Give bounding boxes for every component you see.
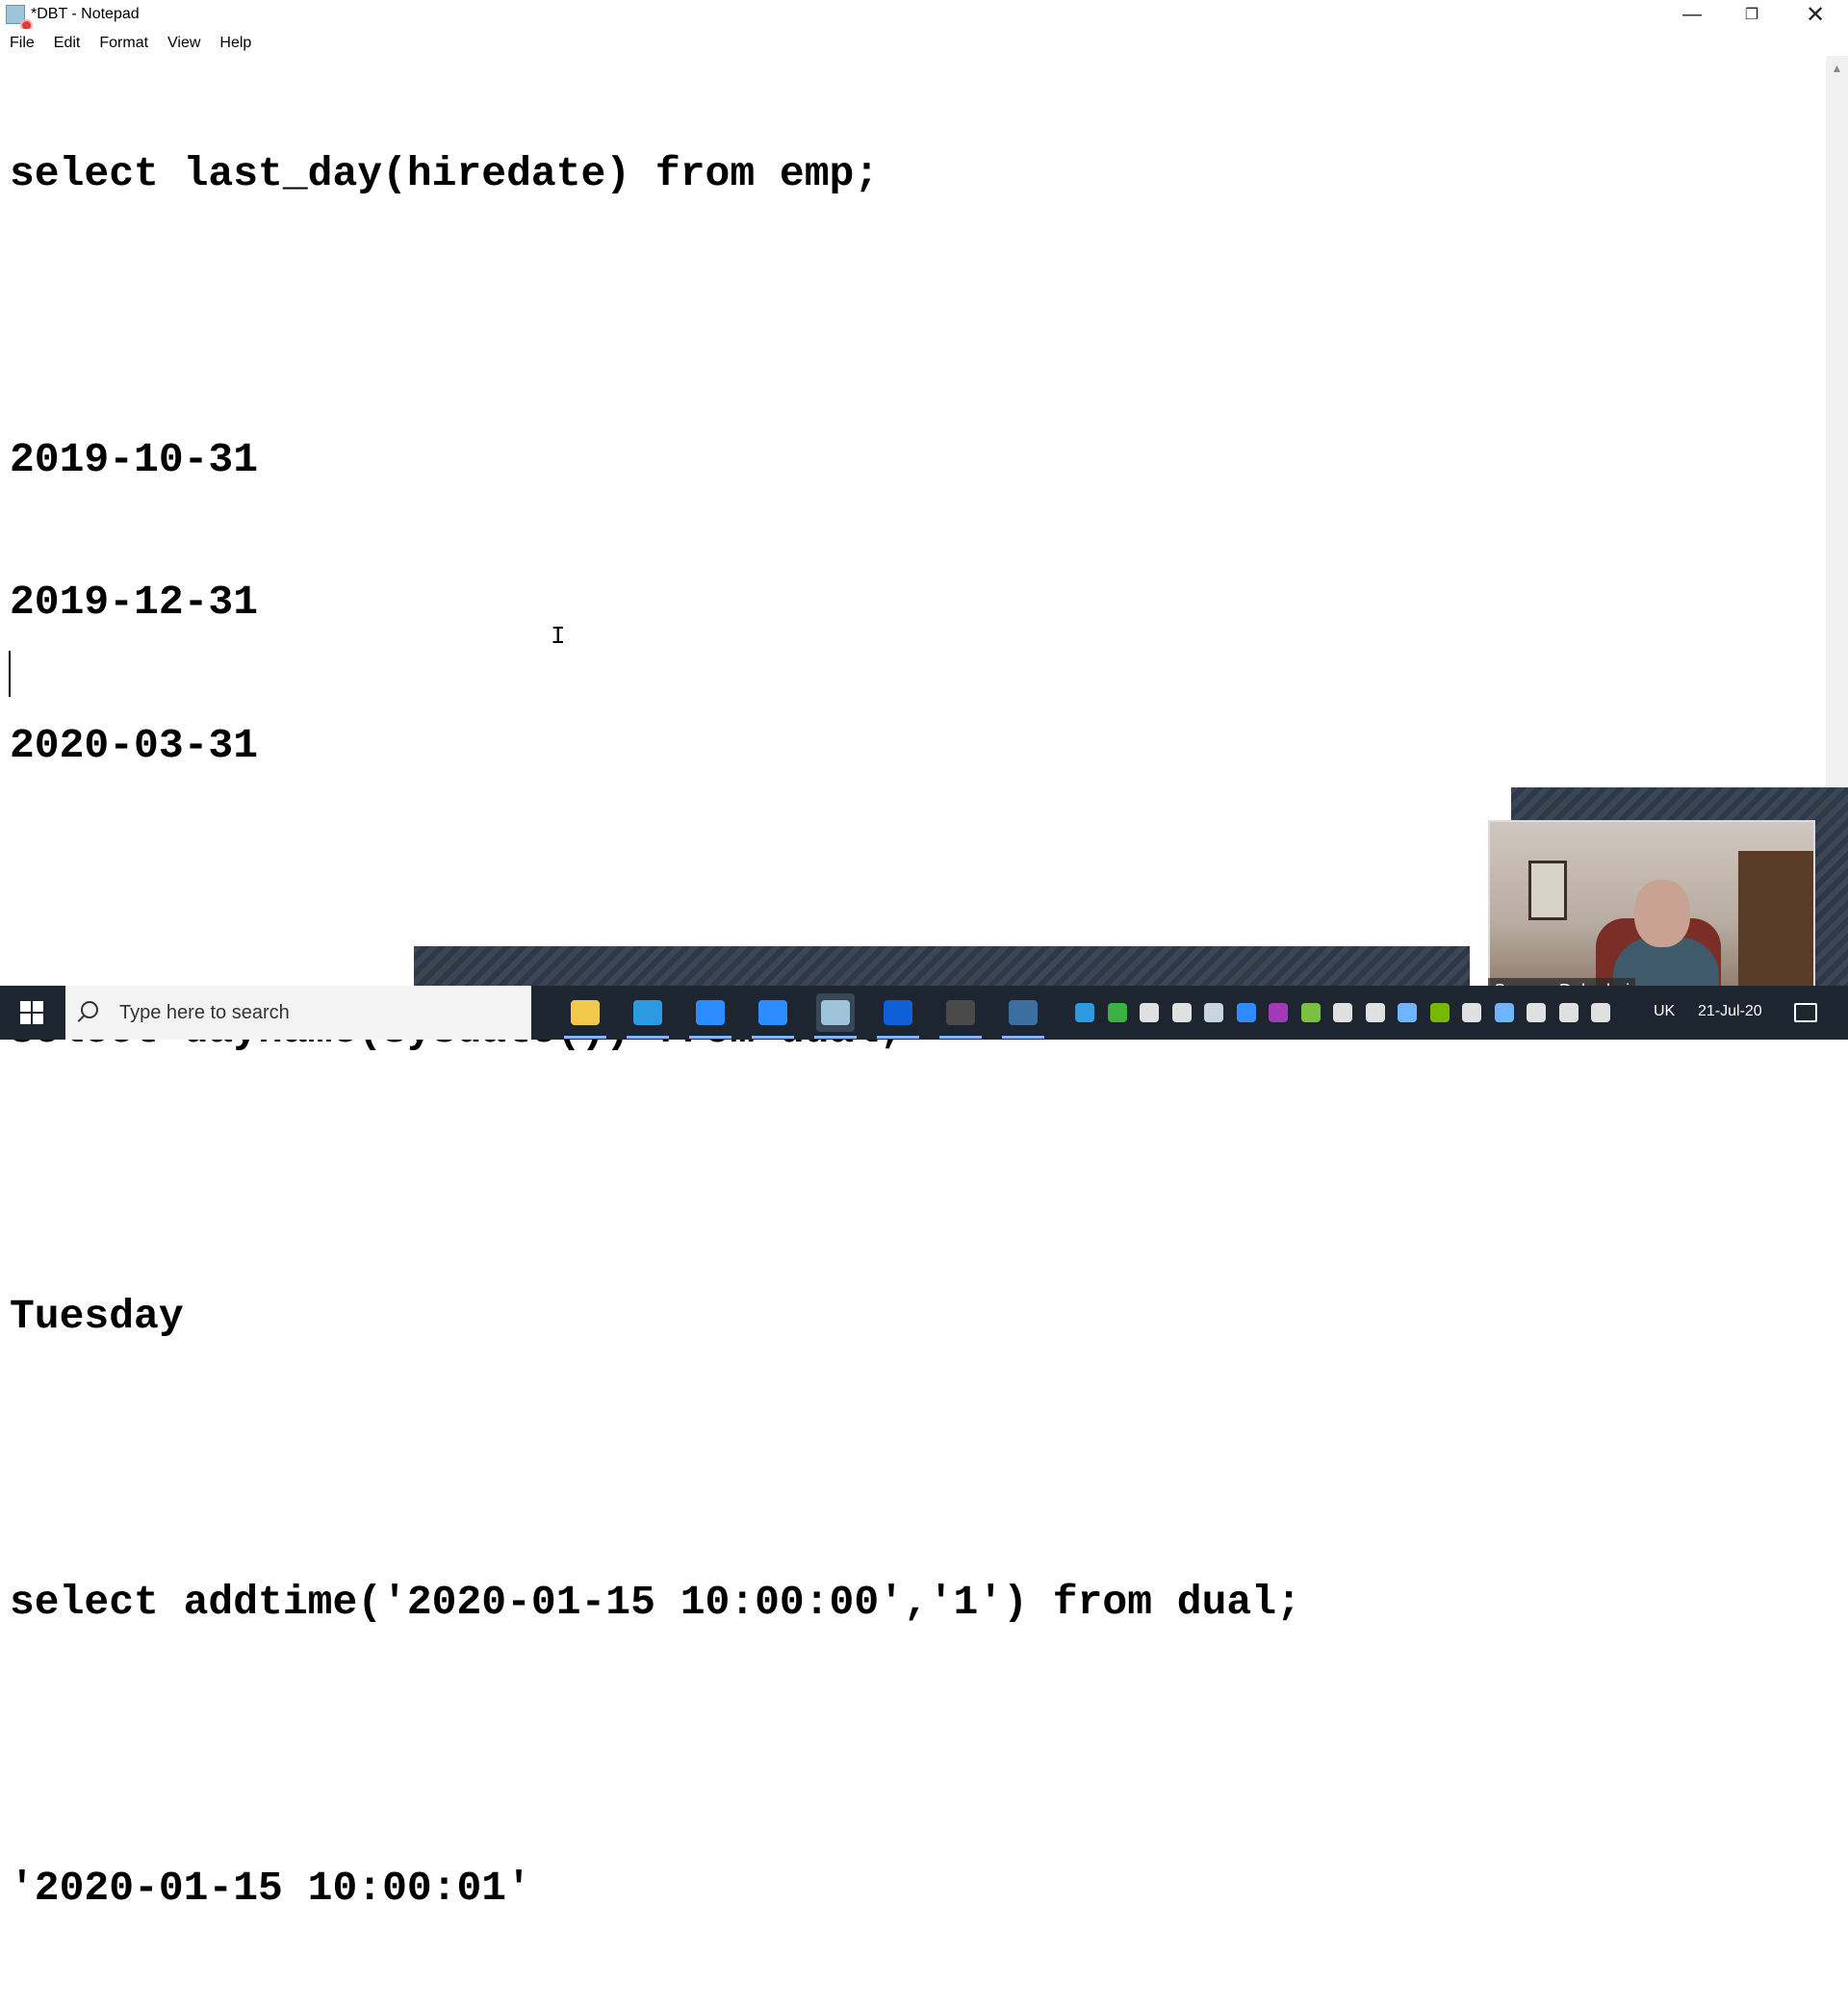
snowflake-icon[interactable] (1398, 1003, 1417, 1022)
wall-picture (1528, 861, 1567, 920)
title-bar: *DBT - Notepad — ❐ ✕ (0, 0, 1848, 32)
editor-line: 2019-10-31 (10, 435, 259, 483)
volume-icon[interactable] (1559, 1003, 1578, 1022)
screen-share-overlay-bar (414, 946, 1470, 986)
onenote-icon[interactable] (1269, 1003, 1288, 1022)
help-icon[interactable] (1075, 1003, 1094, 1022)
file-explorer-taskbar-button[interactable] (566, 993, 604, 1032)
edge-taskbar-button[interactable] (629, 993, 667, 1032)
zoom-tray-icon[interactable] (1237, 1003, 1256, 1022)
editor-line: Tuesday (10, 1293, 184, 1341)
search-placeholder: Type here to search (119, 1002, 290, 1023)
menu-view[interactable]: View (158, 29, 210, 56)
input-language-indicator[interactable]: UK (1654, 1003, 1675, 1020)
running-app-indicator (939, 1036, 982, 1039)
restore-button[interactable]: ❐ (1723, 0, 1781, 29)
menu-format[interactable]: Format (90, 29, 158, 56)
sql-terminal-taskbar-button[interactable] (941, 993, 980, 1032)
menu-edit[interactable]: Edit (44, 29, 90, 56)
tablet-icon[interactable] (1462, 1003, 1481, 1022)
whiteboard-taskbar-button[interactable] (879, 993, 917, 1032)
notepad-icon (821, 1000, 850, 1025)
network-icon[interactable] (1366, 1003, 1385, 1022)
steam-icon[interactable] (1204, 1003, 1223, 1022)
menu-bar: File Edit Format View Help (0, 29, 1848, 56)
windows-logo-icon (20, 1001, 43, 1024)
notepad-taskbar-button[interactable] (816, 993, 855, 1032)
zoom-meetings-icon (758, 1000, 787, 1025)
running-app-indicator (877, 1036, 919, 1039)
running-app-indicator (689, 1036, 732, 1039)
window-title: *DBT - Notepad (31, 6, 140, 22)
editor-line: select addtime('2020-01-15 10:00:00','1'… (10, 1578, 1301, 1626)
sql-terminal-icon (946, 1000, 975, 1025)
menu-help[interactable]: Help (210, 29, 261, 56)
bluetooth-icon[interactable] (1527, 1003, 1546, 1022)
ibeam-cursor-icon: I (551, 622, 566, 651)
running-app-indicator (627, 1036, 669, 1039)
scroll-up-arrow-icon[interactable]: ▲ (1826, 62, 1848, 75)
editor-line: '2020-01-15 10:00:01' (10, 1864, 531, 1912)
taskbar-date[interactable]: 21-Jul-20 (1698, 1003, 1762, 1020)
taskbar-search-box[interactable]: Type here to search (65, 986, 531, 1040)
edge-icon (633, 1000, 662, 1025)
editor-line: 2019-12-31 (10, 579, 259, 627)
search-icon (81, 1001, 98, 1018)
menu-file[interactable]: File (0, 29, 44, 56)
mysql-workbench-taskbar-button[interactable] (1004, 993, 1042, 1032)
pen-icon[interactable] (1495, 1003, 1514, 1022)
bookshelf (1738, 851, 1813, 995)
microphone-icon[interactable] (1140, 1003, 1159, 1022)
close-button[interactable]: ✕ (1786, 0, 1844, 29)
editor-line: 2020-03-31 (10, 721, 259, 769)
file-explorer-icon (571, 1000, 600, 1025)
update-icon[interactable] (1301, 1003, 1321, 1022)
participant-head (1634, 880, 1690, 947)
zoom-taskbar-button[interactable] (691, 993, 730, 1032)
wifi-icon[interactable] (1591, 1003, 1610, 1022)
whiteboard-icon (884, 1000, 912, 1025)
running-app-indicator (1002, 1036, 1044, 1039)
notifications-icon[interactable] (1794, 1003, 1817, 1022)
running-app-indicator (752, 1036, 794, 1039)
minimize-button[interactable]: — (1663, 0, 1721, 29)
security-icon[interactable] (1333, 1003, 1352, 1022)
taskbar: Type here to search UK 21-Jul-20 (0, 986, 1848, 1040)
text-caret (9, 651, 11, 697)
zoom-icon (696, 1000, 725, 1025)
check-shield-icon[interactable] (1108, 1003, 1127, 1022)
nvidia-icon[interactable] (1430, 1003, 1450, 1022)
start-button[interactable] (0, 986, 64, 1040)
running-app-indicator (564, 1036, 606, 1039)
zoom-meetings-taskbar-button[interactable] (754, 993, 792, 1032)
editor-line: select last_day(hiredate) from emp; (10, 150, 880, 197)
mysql-workbench-icon (1009, 1000, 1038, 1025)
running-app-indicator (814, 1036, 857, 1039)
webcam-video-tile[interactable] (1488, 820, 1815, 1003)
battery-icon[interactable] (1172, 1003, 1192, 1022)
